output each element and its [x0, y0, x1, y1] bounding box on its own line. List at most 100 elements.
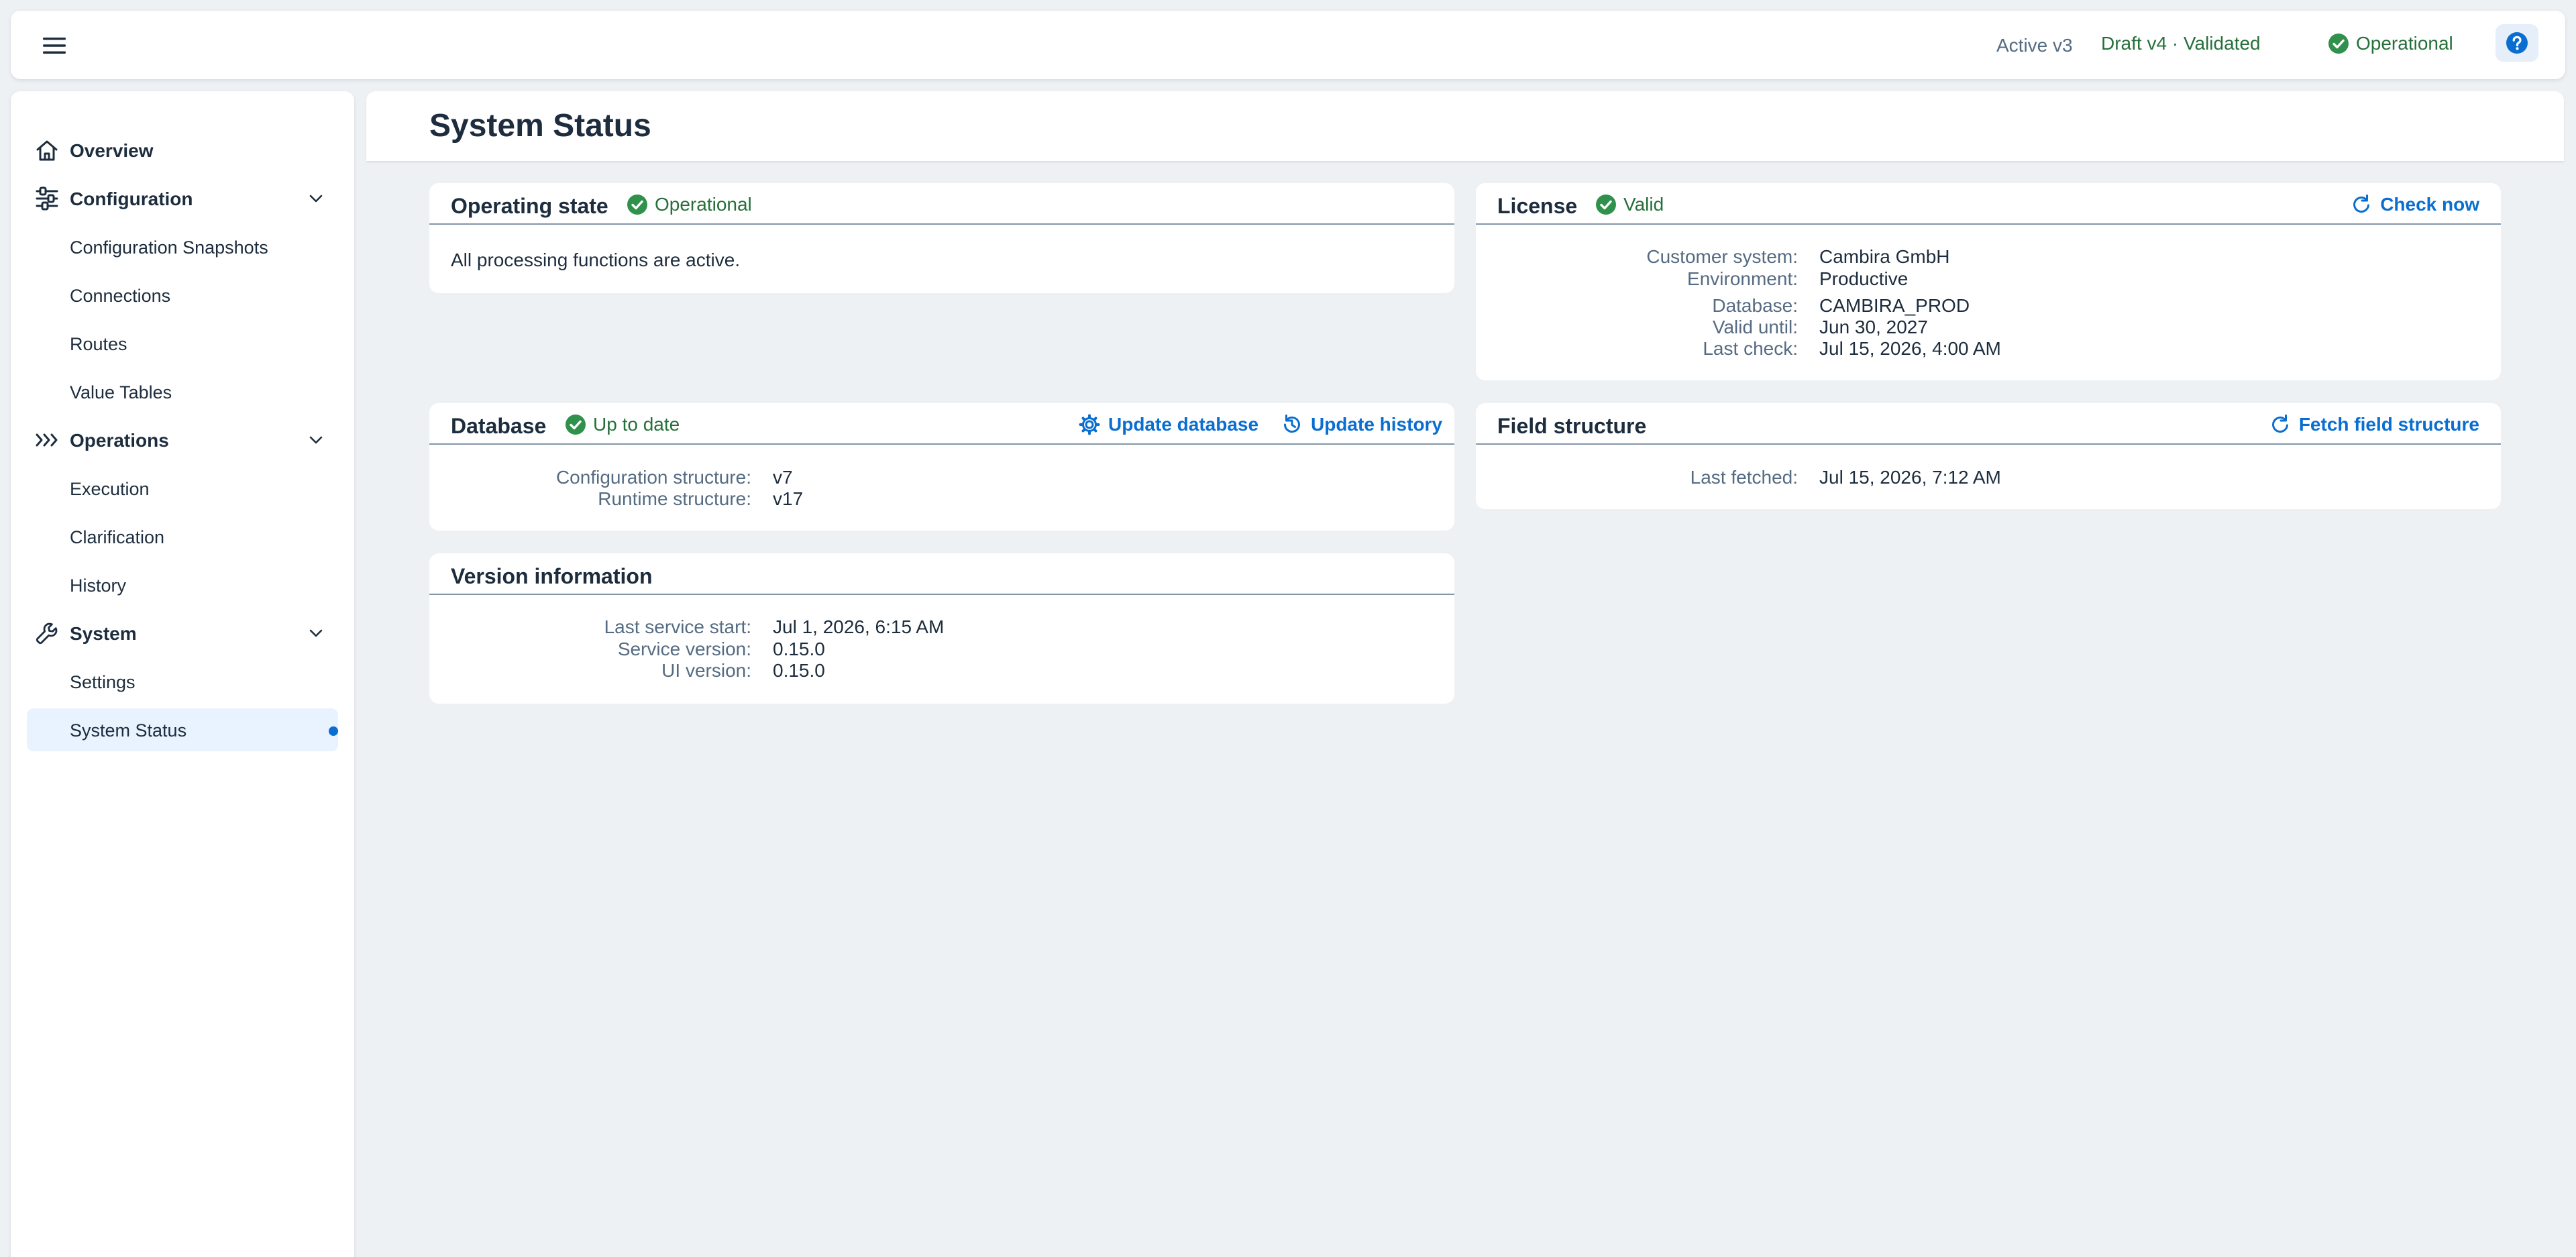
nav-execution[interactable]: Execution	[27, 467, 338, 510]
database-runtime-structure: v17	[773, 488, 804, 509]
nav-value-tables[interactable]: Value Tables	[27, 370, 338, 413]
nav-system[interactable]: System	[11, 612, 354, 655]
license-database: CAMBIRA_PROD	[1819, 295, 1970, 316]
double-chevron-right-icon	[36, 433, 58, 447]
refresh-icon	[2271, 415, 2288, 433]
nav-overview[interactable]: Overview	[11, 129, 354, 172]
nav-item-label: Configuration Snapshots	[70, 237, 268, 258]
license-field-label: Valid until:	[1712, 317, 1798, 337]
field-structure-card: Field structure Fetch field structure La…	[1476, 403, 2501, 509]
nav-connections[interactable]: Connections	[27, 274, 338, 317]
card-header: Field structure Fetch field structure	[1476, 403, 2501, 445]
license-field-label: Customer system:	[1646, 246, 1798, 267]
license-environment: Productive	[1819, 268, 1909, 289]
check-circle-icon	[1596, 195, 1616, 215]
database-field-label: Configuration structure:	[555, 467, 751, 488]
page-header: System Status	[366, 91, 2564, 161]
menu-button[interactable]	[31, 22, 78, 69]
check-circle-icon	[2328, 34, 2349, 54]
nav-configuration-snapshots[interactable]: Configuration Snapshots	[27, 225, 338, 268]
refresh-icon	[2353, 195, 2370, 213]
hamburger-icon	[43, 38, 66, 54]
nav-routes[interactable]: Routes	[27, 322, 338, 365]
update-history-label: Update history	[1311, 414, 1443, 435]
nav-item-label: Settings	[70, 672, 136, 692]
draft-version-label[interactable]: Draft v4 · Validated	[2101, 33, 2261, 54]
nav-settings[interactable]: Settings	[27, 660, 338, 703]
field-structure-title: Field structure	[1497, 414, 1647, 438]
operating-state-status-text: Operational	[655, 194, 752, 215]
active-version-label: Active v3	[1996, 35, 2073, 56]
operating-state-message: All processing functions are active.	[451, 250, 741, 270]
card-header: Version information	[429, 553, 1454, 595]
update-database-button[interactable]: Update database	[1079, 414, 1258, 435]
selected-indicator-dot	[329, 726, 338, 736]
version-field-label: UI version:	[661, 660, 751, 681]
license-status: Valid	[1595, 194, 1664, 215]
license-field-label: Database:	[1712, 295, 1798, 316]
nav-configuration[interactable]: Configuration	[11, 177, 354, 220]
card-header: Operating state Operational	[429, 183, 1454, 225]
nav-item-label: Execution	[70, 479, 150, 499]
nav-item-label: History	[70, 576, 127, 596]
license-valid-until: Jun 30, 2027	[1819, 317, 1928, 337]
nav-item-label: Routes	[70, 334, 127, 354]
version-field-label: Last service start:	[604, 616, 751, 637]
sliders-icon	[36, 186, 58, 211]
shell-status-indicator: Operational	[2328, 33, 2453, 54]
database-title: Database	[451, 414, 547, 438]
fetch-field-structure-label: Fetch field structure	[2298, 414, 2479, 435]
nav-item-label: Connections	[70, 286, 171, 306]
help-button[interactable]	[2496, 24, 2538, 62]
license-title: License	[1497, 194, 1578, 218]
nav-item-label: System Status	[70, 720, 187, 741]
field-structure-field-label: Last fetched:	[1690, 467, 1798, 488]
version-service-version: 0.15.0	[773, 639, 825, 659]
nav-item-label: Clarification	[70, 527, 165, 547]
license-status-text: Valid	[1623, 194, 1664, 215]
card-header: License Valid Check now	[1476, 183, 2501, 225]
operating-state-card: Operating state Operational All processi…	[429, 183, 1454, 293]
nav-overview-label: Overview	[70, 140, 154, 161]
history-icon	[1284, 415, 1300, 433]
check-now-button[interactable]: Check now	[2351, 194, 2479, 215]
nav-operations[interactable]: Operations	[11, 419, 354, 461]
update-history-button[interactable]: Update history	[1281, 414, 1442, 435]
database-status-text: Up to date	[593, 414, 680, 435]
database-configuration-structure: v7	[773, 467, 793, 488]
check-circle-icon	[627, 195, 647, 215]
wrench-icon	[36, 622, 58, 645]
shell-status-text: Operational	[2356, 33, 2453, 54]
nav-clarification[interactable]: Clarification	[27, 515, 338, 558]
check-circle-icon	[566, 415, 586, 435]
card-header: Database Up to date Update database Upda…	[429, 403, 1454, 445]
field-structure-last-fetched: Jul 15, 2026, 7:12 AM	[1819, 467, 2001, 488]
chevron-down-icon[interactable]	[307, 431, 325, 449]
help-icon	[2506, 32, 2528, 54]
version-information-title: Version information	[451, 564, 653, 588]
license-field-label: Last check:	[1703, 338, 1798, 359]
nav-item-label: Value Tables	[70, 382, 172, 402]
nav-system-label: System	[70, 623, 137, 644]
database-field-label: Runtime structure:	[598, 488, 751, 509]
nav-system-status[interactable]: System Status	[27, 708, 338, 751]
nav-history[interactable]: History	[27, 563, 338, 606]
version-field-label: Service version:	[617, 639, 751, 659]
page-title: System Status	[429, 108, 651, 144]
version-ui-version: 0.15.0	[773, 660, 825, 681]
update-database-label: Update database	[1108, 414, 1259, 435]
chevron-down-icon[interactable]	[307, 624, 325, 642]
operating-state-title: Operating state	[451, 194, 608, 218]
nav-configuration-label: Configuration	[70, 188, 193, 209]
license-card: License Valid Check now Customer system:…	[1476, 183, 2501, 380]
version-information-card: Version information Last service start: …	[429, 553, 1454, 704]
fetch-field-structure-button[interactable]: Fetch field structure	[2269, 414, 2479, 435]
license-customer-system: Cambira GmbH	[1819, 246, 1950, 267]
license-field-label: Environment:	[1687, 268, 1798, 289]
chevron-down-icon[interactable]	[307, 190, 325, 207]
operating-state-status: Operational	[627, 194, 752, 215]
nav-operations-label: Operations	[70, 430, 169, 451]
gear-icon	[1079, 414, 1100, 435]
version-last-service-start: Jul 1, 2026, 6:15 AM	[773, 616, 945, 637]
database-card: Database Up to date Update database Upda…	[429, 403, 1454, 531]
